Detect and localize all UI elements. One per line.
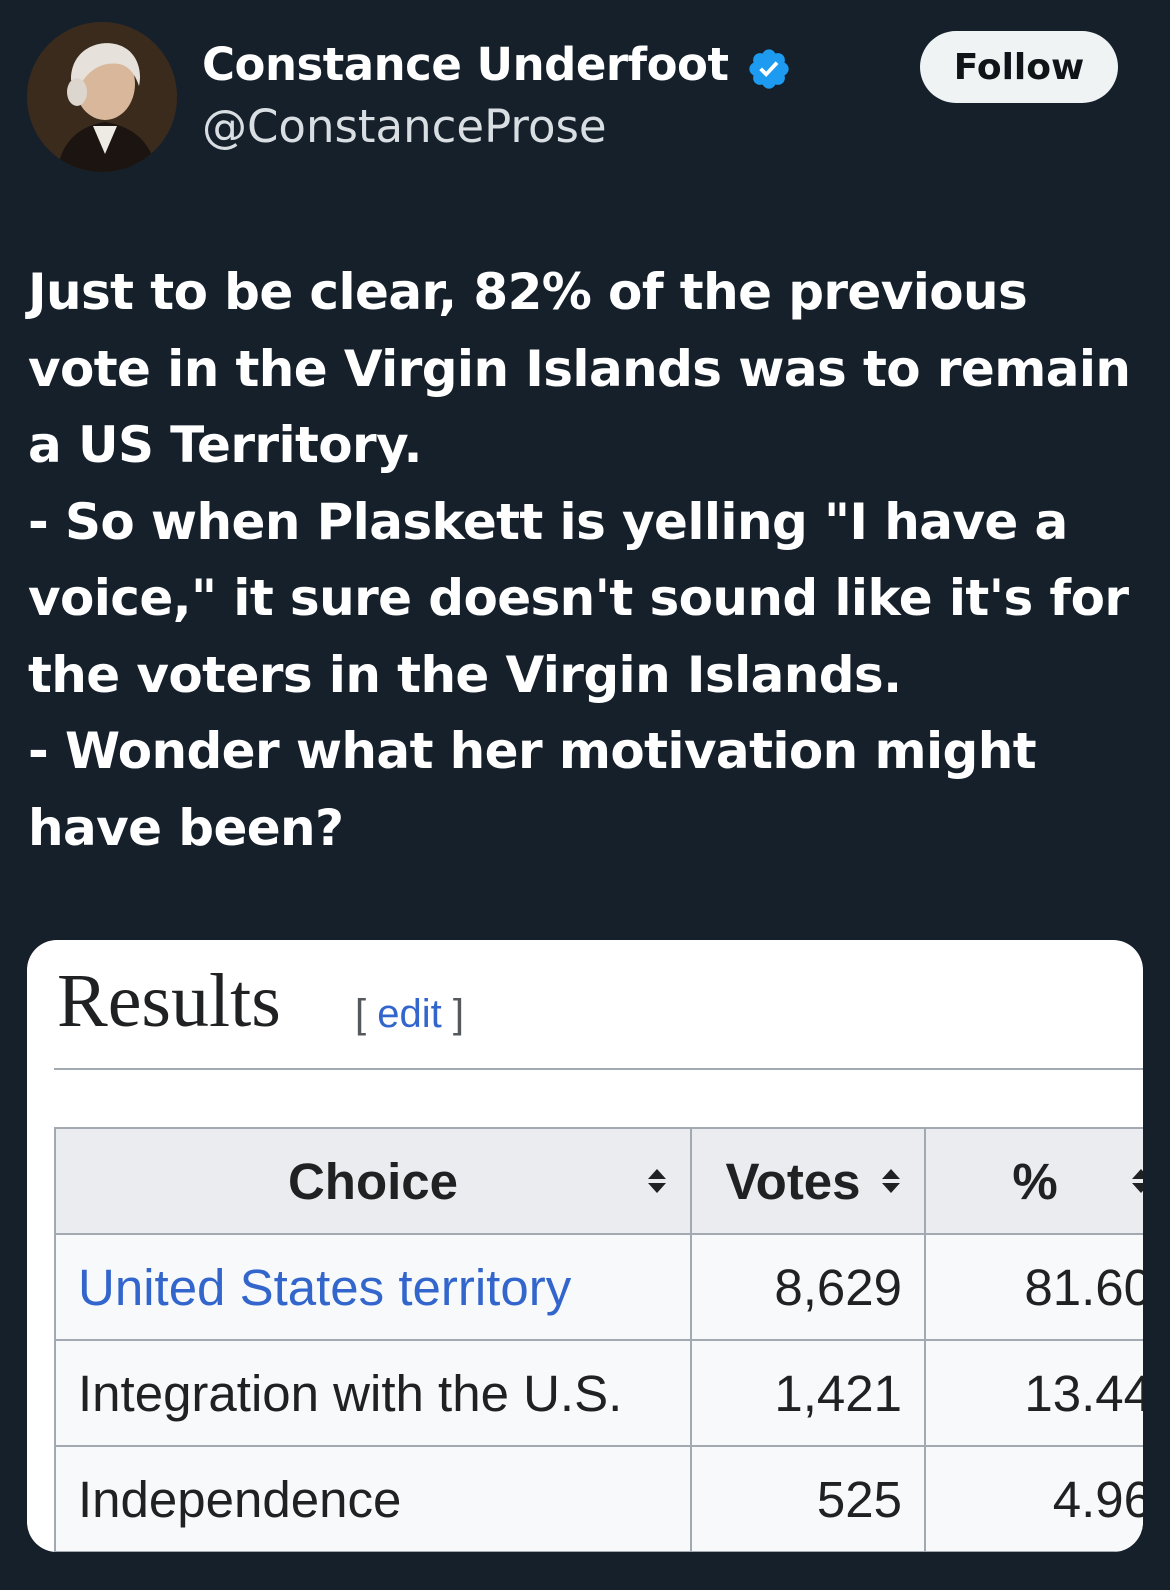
- edit-bracket-open: [: [355, 992, 378, 1036]
- edit-bracket-close: ]: [441, 992, 464, 1036]
- votes-cell: 8,629: [690, 1233, 926, 1341]
- percent-cell: 13.44: [924, 1339, 1143, 1447]
- votes-cell: 525: [690, 1445, 926, 1552]
- column-header-label: Choice: [287, 1152, 459, 1210]
- choice-cell: United States territory: [54, 1233, 692, 1341]
- column-header-label: Votes: [725, 1152, 861, 1210]
- edit-section-link: [ edit ]: [355, 992, 464, 1037]
- table-row: United States territory 8,629 81.60: [54, 1233, 1143, 1341]
- table-row: Independence 525 4.96: [54, 1445, 1143, 1552]
- section-title: Results: [57, 959, 281, 1043]
- sort-arrows-icon: [882, 1169, 900, 1193]
- percent-cell: 4.96: [924, 1445, 1143, 1552]
- author-handle[interactable]: @ConstanceProse: [202, 100, 607, 153]
- tweet-line: the voters in the Virgin Islands.: [28, 645, 902, 704]
- tweet-line: a US Territory.: [28, 416, 423, 474]
- tweet-text: Just to be clear, 82% of the previous vo…: [28, 254, 1138, 866]
- sort-arrows-icon: [1132, 1169, 1143, 1193]
- tweet-line: vote in the Virgin Islands was to remain: [28, 339, 1131, 398]
- votes-cell: 1,421: [690, 1339, 926, 1447]
- table-header-row: Choice Votes %: [54, 1127, 1143, 1235]
- author-name[interactable]: Constance Underfoot: [202, 38, 729, 91]
- tweet-line: voice," it sure doesn't sound like it's …: [28, 569, 1129, 627]
- tweet-line: Just to be clear, 82% of the previous: [28, 263, 1028, 321]
- attached-image-card[interactable]: Results [ edit ] Choice Votes % United S…: [27, 940, 1143, 1552]
- section-divider: [54, 1068, 1143, 1070]
- edit-link-label: edit: [377, 992, 442, 1036]
- follow-button[interactable]: Follow: [920, 31, 1118, 103]
- column-header-percent: %: [924, 1127, 1143, 1235]
- column-header-votes: Votes: [690, 1127, 926, 1235]
- sort-arrows-icon: [648, 1169, 666, 1193]
- choice-cell: Integration with the U.S.: [54, 1339, 692, 1447]
- table-row: Integration with the U.S. 1,421 13.44: [54, 1339, 1143, 1447]
- avatar[interactable]: [27, 22, 177, 172]
- tweet-line: - So when Plaskett is yelling "I have a: [28, 492, 1068, 551]
- choice-cell: Independence: [54, 1445, 692, 1552]
- verified-badge-icon: [749, 49, 789, 89]
- tweet-line: - Wonder what her motivation might: [28, 722, 1037, 780]
- column-header-choice: Choice: [54, 1127, 692, 1235]
- tweet-line: have been?: [28, 798, 344, 857]
- percent-cell: 81.60: [924, 1233, 1143, 1341]
- column-header-label: %: [1012, 1152, 1058, 1210]
- portrait-avatar-icon: [27, 22, 177, 172]
- results-table: Choice Votes % United States territory 8…: [54, 1127, 1143, 1552]
